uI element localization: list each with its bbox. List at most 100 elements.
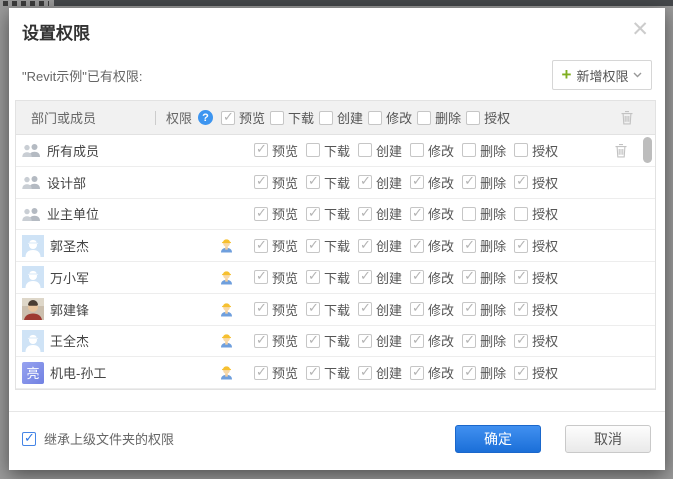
member-column-header: 部门或成员 [31,108,155,127]
checkbox-授权[interactable] [514,366,528,380]
perm-删除: 删除 [462,363,506,382]
checkbox-修改[interactable] [410,366,424,380]
permissions-dialog: 设置权限 ✕ "Revit示例"已有权限: + 新增权限 部门或成员 权限 ? … [9,8,665,470]
dialog-subtitle: "Revit示例"已有权限: [22,66,142,85]
member-name: 业主单位 [47,204,99,223]
checkbox-创建[interactable] [358,302,372,316]
checkbox-下载[interactable] [306,302,320,316]
inherit-checkbox[interactable] [22,432,36,446]
checkbox-修改[interactable] [410,239,424,253]
perm-label: 创建 [376,173,402,192]
perm-授权: 授权 [514,331,558,350]
row-trash-icon[interactable] [614,143,628,158]
checkbox-授权[interactable] [514,270,528,284]
perm-label: 创建 [337,108,363,127]
checkbox-修改[interactable] [410,334,424,348]
checkbox-修改[interactable] [410,175,424,189]
perm-label: 预览 [272,268,298,287]
checkbox-删除[interactable] [462,175,476,189]
checkbox-授权[interactable] [514,302,528,316]
checkbox-预览[interactable] [254,366,268,380]
perm-label: 修改 [428,268,454,287]
add-permission-button[interactable]: + 新增权限 [552,60,652,90]
checkbox-下载[interactable] [306,143,320,157]
checkbox-下载[interactable] [306,239,320,253]
scrollbar-thumb[interactable] [643,137,652,163]
checkbox-预览[interactable] [254,175,268,189]
checkbox-预览[interactable] [254,239,268,253]
perm-预览: 预览 [254,236,298,255]
avatar [22,266,44,288]
checkbox-创建[interactable] [358,143,372,157]
checkbox-预览[interactable] [254,302,268,316]
checkbox-授权[interactable] [514,334,528,348]
checkbox-下载[interactable] [306,207,320,221]
checkbox-删除[interactable] [462,366,476,380]
checkbox-下载[interactable] [306,334,320,348]
checkbox-删除[interactable] [462,207,476,221]
perm-授权: 授权 [514,204,558,223]
inherit-label: 继承上级文件夹的权限 [44,429,174,448]
cancel-button[interactable]: 取消 [565,425,651,453]
perm-label: 预览 [272,173,298,192]
checkbox-授权[interactable] [466,111,480,125]
perm-label: 预览 [272,141,298,160]
checkbox-删除[interactable] [417,111,431,125]
checkbox-下载[interactable] [306,175,320,189]
checkbox-授权[interactable] [514,239,528,253]
checkbox-授权[interactable] [514,207,528,221]
perm-删除: 删除 [462,141,506,160]
member-cell: 亮机电-孙工 [22,362,219,384]
checkbox-预览[interactable] [221,111,235,125]
checkbox-预览[interactable] [254,270,268,284]
checkbox-授权[interactable] [514,143,528,157]
perm-label: 授权 [532,363,558,382]
perm-label: 预览 [272,204,298,223]
perm-创建: 创建 [358,268,402,287]
checkbox-修改[interactable] [410,270,424,284]
worker-icon [219,269,234,286]
header-trash-icon[interactable] [620,110,634,125]
perm-创建: 创建 [358,300,402,319]
checkbox-下载[interactable] [306,270,320,284]
perm-label: 删除 [480,236,506,255]
checkbox-删除[interactable] [462,270,476,284]
ok-button[interactable]: 确定 [455,425,541,453]
checkbox-创建[interactable] [358,270,372,284]
checkbox-创建[interactable] [358,239,372,253]
checkbox-创建[interactable] [358,334,372,348]
checkbox-修改[interactable] [410,143,424,157]
checkbox-删除[interactable] [462,143,476,157]
checkbox-创建[interactable] [319,111,333,125]
member-cell: 王全杰 [22,330,219,352]
checkbox-删除[interactable] [462,302,476,316]
checkbox-创建[interactable] [358,207,372,221]
checkbox-创建[interactable] [358,366,372,380]
help-icon[interactable]: ? [198,110,213,125]
worker-cell [219,364,254,381]
checkbox-授权[interactable] [514,175,528,189]
perm-删除: 删除 [462,331,506,350]
perm-下载: 下载 [306,300,350,319]
checkbox-下载[interactable] [270,111,284,125]
member-cell: 郭建锋 [22,298,219,320]
perm-修改: 修改 [410,173,454,192]
checkbox-修改[interactable] [410,302,424,316]
perm-修改: 修改 [410,331,454,350]
header-perm-授权: 授权 [466,108,510,127]
worker-cell [219,301,254,318]
checkbox-下载[interactable] [306,366,320,380]
close-icon[interactable]: ✕ [627,15,653,44]
checkbox-删除[interactable] [462,239,476,253]
checkbox-修改[interactable] [410,207,424,221]
perm-预览: 预览 [254,300,298,319]
header-perm-下载: 下载 [270,108,314,127]
checkbox-预览[interactable] [254,207,268,221]
checkbox-预览[interactable] [254,143,268,157]
checkbox-预览[interactable] [254,334,268,348]
checkbox-创建[interactable] [358,175,372,189]
header-perm-修改: 修改 [368,108,412,127]
perm-label: 创建 [376,300,402,319]
checkbox-删除[interactable] [462,334,476,348]
checkbox-修改[interactable] [368,111,382,125]
